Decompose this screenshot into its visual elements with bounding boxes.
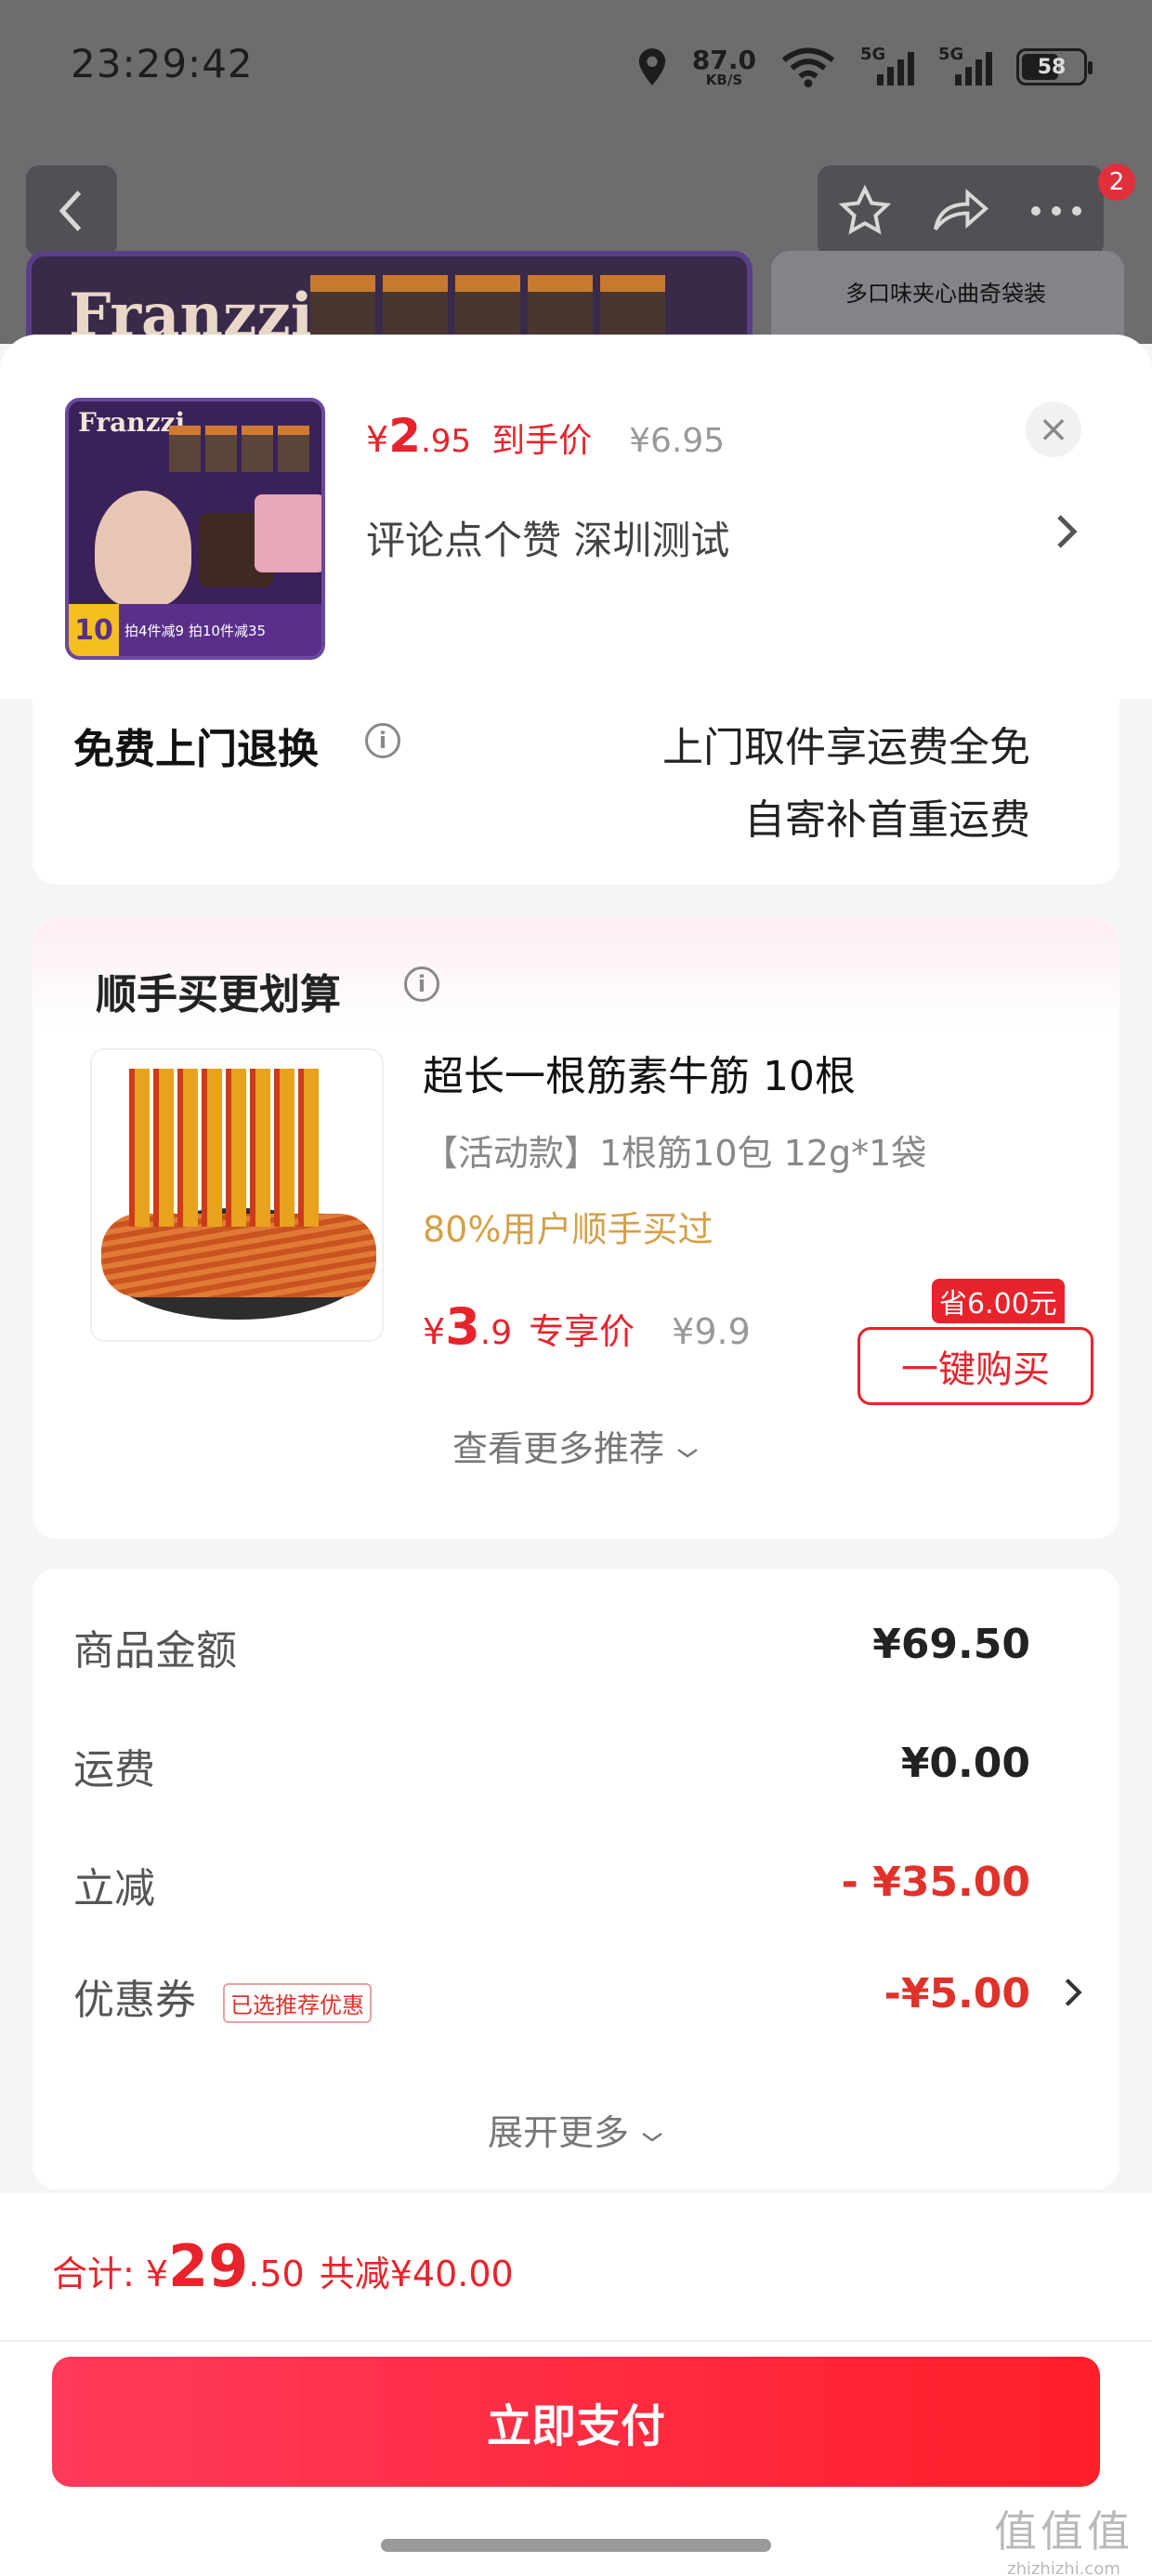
summary-row-instant-discount: 立减 - ¥35.00 — [73, 1859, 1030, 1912]
page-actions — [818, 165, 1104, 256]
status-bar: 23:29:42 87.0 KB/S 5G 5G 58 — [0, 0, 1152, 139]
one-click-buy-button[interactable]: 一键购买 — [857, 1327, 1093, 1405]
final-price: ¥ 2 .95 到手价 ¥6.95 — [366, 409, 726, 463]
return-policy-title: 免费上门退换 — [73, 726, 319, 773]
expand-more-link[interactable]: 展开更多 — [33, 2104, 1119, 2155]
chevron-right-icon[interactable] — [1055, 513, 1078, 550]
info-icon[interactable]: i — [365, 723, 400, 758]
addon-product-spec: 【活动款】1根筋10包 12g*1袋 — [423, 1133, 927, 1174]
close-icon: × — [1038, 408, 1069, 451]
thumbnail-promo: 10 拍4件减9 拍10件减35 — [69, 604, 321, 656]
home-indicator[interactable] — [381, 2539, 771, 2552]
addon-price: ¥ 3 .9 专享价 ¥9.9 — [423, 1297, 751, 1356]
share-icon[interactable] — [931, 183, 990, 239]
product-header: Franzzi 10 拍4件减9 拍10件减35 ¥ 2 .95 到手价 ¥6.… — [0, 335, 1152, 699]
secondary-banner-text: 多口味夹心曲奇袋装 — [845, 281, 1046, 307]
checkout-footer: 合计: ¥ 29 .50 共减¥40.00 立即支付 值值值 zhizhizhi… — [0, 2193, 1152, 2576]
addon-product-name[interactable]: 超长一根筋素牛筋 10根 — [423, 1043, 856, 1102]
return-policy-card: 免费上门退换 i 上门取件享运费全免 自寄补首重运费 — [33, 699, 1119, 885]
chevron-down-icon — [642, 2132, 662, 2142]
product-banner: Franzzi — [26, 251, 753, 344]
summary-row-shipping: 运费 ¥0.00 — [73, 1740, 1030, 1794]
wifi-icon — [781, 47, 835, 87]
chevron-right-icon[interactable] — [1064, 1976, 1082, 2009]
pay-now-button[interactable]: 立即支付 — [52, 2357, 1100, 2487]
more-icon[interactable] — [1028, 202, 1084, 220]
chevron-left-icon — [59, 191, 82, 231]
final-price-label: 到手价 — [491, 422, 593, 460]
coupon-tag: 已选推荐优惠 — [223, 1983, 372, 2023]
location-icon — [638, 48, 666, 85]
close-button[interactable]: × — [1026, 401, 1081, 457]
dimmed-page-backdrop[interactable]: 23:29:42 87.0 KB/S 5G 5G 58 2 Franzzi 多口… — [0, 0, 1152, 344]
more-recommendations-link[interactable]: 查看更多推荐 — [33, 1420, 1119, 1471]
battery-icon: 58 — [1016, 48, 1093, 85]
total-saved: 共减¥40.00 — [319, 2254, 514, 2294]
back-button[interactable] — [26, 165, 117, 256]
original-price: ¥6.95 — [629, 422, 726, 460]
watermark: 值值值 zhizhizhi.com — [994, 2506, 1133, 2576]
order-summary-card: 商品金额 ¥69.50 运费 ¥0.00 立减 - ¥35.00 优惠券 已选推… — [33, 1569, 1119, 2189]
banner-product-image — [310, 275, 665, 344]
divider — [0, 2340, 1152, 2342]
addon-price-label: 专享价 — [529, 1311, 635, 1352]
savings-badge: 省6.00元 — [932, 1279, 1065, 1323]
summary-row-coupon[interactable]: 优惠券 已选推荐优惠 -¥5.00 — [33, 1966, 1119, 2024]
addon-section-title: 顺手买更划算 — [96, 971, 341, 1019]
status-icons: 87.0 KB/S 5G 5G 58 — [636, 41, 1093, 93]
checkout-sheet: Franzzi 10 拍4件减9 拍10件减35 ¥ 2 .95 到手价 ¥6.… — [0, 335, 1152, 2576]
selected-spec[interactable]: 评论点个赞 深圳测试 — [366, 509, 729, 566]
signal-sim1-icon: 5G — [860, 45, 914, 87]
addon-original-price: ¥9.9 — [672, 1311, 751, 1352]
addon-card: 顺手买更划算 i 超长一根筋素牛筋 10根 【活动款】1根筋10包 12g*1袋… — [33, 918, 1119, 1539]
network-speed: 87.0 KB/S — [691, 44, 756, 88]
order-total: 合计: ¥ 29 .50 共减¥40.00 — [52, 2232, 514, 2300]
chevron-down-icon — [677, 1448, 698, 1458]
secondary-banner: 多口味夹心曲奇袋装 — [771, 251, 1124, 344]
product-thumbnail[interactable]: Franzzi 10 拍4件减9 拍10件减35 — [65, 398, 325, 660]
return-policy-line-2: 自寄补首重运费 — [744, 796, 1030, 844]
return-policy-line-1: 上门取件享运费全免 — [662, 724, 1030, 771]
addon-social-proof: 80%用户顺手买过 — [423, 1209, 713, 1250]
star-icon[interactable] — [837, 183, 893, 239]
info-icon[interactable]: i — [404, 966, 439, 1002]
signal-sim2-icon: 5G — [938, 45, 992, 87]
status-time: 23:29:42 — [71, 41, 254, 86]
notification-badge: 2 — [1098, 164, 1135, 201]
summary-row-goods: 商品金额 ¥69.50 — [73, 1621, 1030, 1675]
addon-product-image[interactable] — [90, 1048, 384, 1342]
